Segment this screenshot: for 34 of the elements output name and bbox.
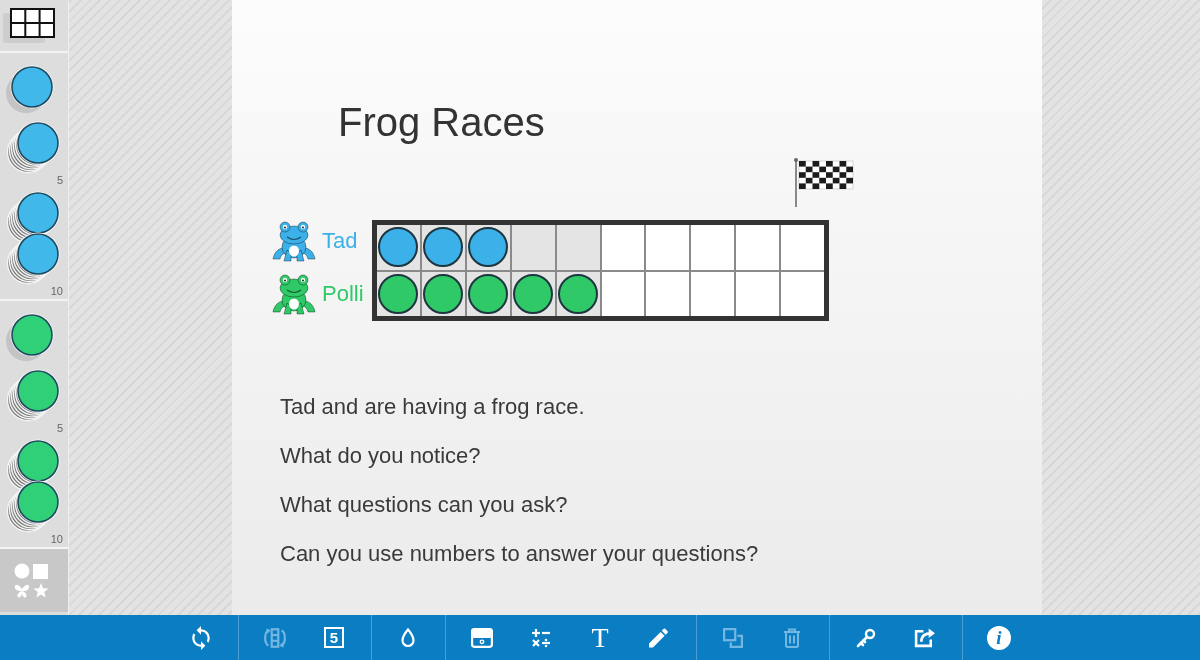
page-title: Frog Races [338, 99, 545, 145]
frame-icon [471, 627, 493, 648]
prompt-text: Can you use numbers to answer your questions? [280, 540, 759, 568]
counter-stack-icon[interactable] [5, 121, 61, 174]
refresh-icon [191, 625, 211, 650]
racer-name: Polli [322, 280, 364, 307]
stack-count-label: 5 [56, 422, 63, 435]
water-drop-icon [401, 627, 415, 648]
pencil-icon [649, 627, 669, 648]
racer-name: Tad [322, 227, 358, 254]
counter-icon[interactable] [6, 313, 54, 361]
duplicate-icon [723, 627, 743, 648]
stack-count-label: 10 [50, 285, 63, 298]
prompt-text: Tad and are having a frog race. [280, 393, 585, 421]
text-button[interactable]: T [580, 615, 620, 660]
counter-icon[interactable] [6, 65, 54, 113]
stack-count-label: 10 [50, 533, 63, 546]
trash-icon [783, 627, 801, 648]
prompt-text: What do you notice? [280, 442, 481, 470]
info-button[interactable]: i [979, 615, 1019, 660]
frog-icon [272, 271, 316, 316]
number-frame-button[interactable]: 5 [314, 615, 354, 660]
operations-icon [531, 627, 551, 648]
share-icon [914, 627, 936, 648]
double-counter-stack-icon[interactable] [5, 191, 61, 285]
frog-icon [272, 218, 316, 263]
checkered-flag-icon [793, 157, 855, 208]
counter-stack-icon[interactable] [5, 369, 61, 422]
double-counter-stack-icon[interactable] [5, 439, 61, 533]
flip-icon [263, 627, 287, 648]
key-icon [856, 627, 876, 648]
stack-count-label: 5 [56, 174, 63, 187]
prompt-text: What questions can you ask? [280, 491, 568, 519]
grid-icon[interactable] [3, 8, 55, 43]
